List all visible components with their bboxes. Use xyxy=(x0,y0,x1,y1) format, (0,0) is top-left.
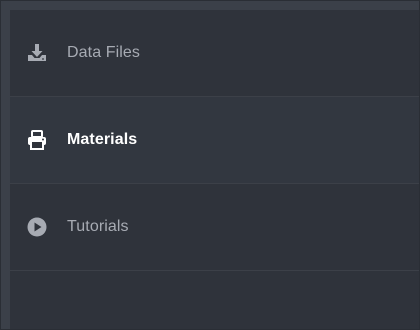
nav-item-label: Tutorials xyxy=(67,218,129,235)
nav-item-label: Data Files xyxy=(67,44,141,61)
printer-icon xyxy=(26,129,48,151)
nav-empty-row xyxy=(10,271,419,329)
nav-item-materials[interactable]: Materials xyxy=(10,97,419,184)
nav-item-label: Materials xyxy=(67,131,138,148)
nav-item-tutorials[interactable]: Tutorials xyxy=(10,184,419,271)
window-frame: Data Files Materials Tutorials xyxy=(0,0,420,330)
play-circle-icon xyxy=(26,216,48,238)
download-icon xyxy=(26,42,48,64)
nav-item-data-files[interactable]: Data Files xyxy=(10,10,419,97)
sidebar-nav: Data Files Materials Tutorials xyxy=(10,10,419,329)
